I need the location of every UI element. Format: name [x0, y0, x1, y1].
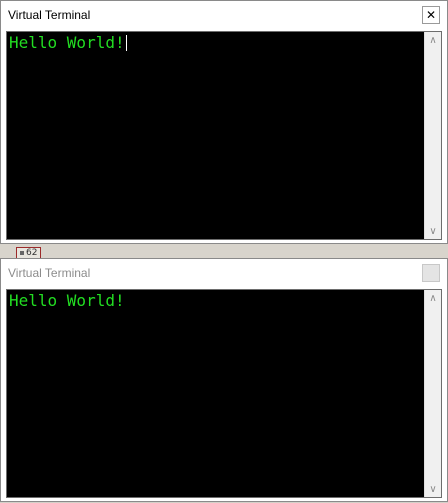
- vertical-scrollbar[interactable]: ∧ ∨: [424, 32, 441, 239]
- terminal-screen[interactable]: Hello World!: [7, 290, 424, 497]
- terminal-screen[interactable]: Hello World!: [7, 32, 424, 239]
- chevron-down-icon: ∨: [429, 483, 437, 495]
- virtual-terminal-window-top[interactable]: Virtual Terminal ✕ Hello World! ∧ ∨: [0, 0, 448, 244]
- scroll-up-button[interactable]: ∧: [425, 32, 441, 48]
- terminal-output: Hello World!: [9, 33, 125, 52]
- window-title: Virtual Terminal: [8, 8, 91, 22]
- scroll-up-button[interactable]: ∧: [425, 290, 441, 306]
- terminal-frame: Hello World! ∧ ∨: [6, 289, 442, 498]
- close-icon: ✕: [425, 8, 437, 22]
- badge-square-icon: [20, 250, 24, 255]
- chevron-down-icon: ∨: [429, 225, 437, 237]
- text-cursor: [126, 35, 127, 51]
- window-title: Virtual Terminal: [8, 266, 91, 280]
- title-bar[interactable]: Virtual Terminal ✕: [1, 259, 447, 288]
- chevron-up-icon: ∧: [429, 292, 437, 304]
- scroll-down-button[interactable]: ∨: [425, 481, 441, 497]
- vertical-scrollbar[interactable]: ∧ ∨: [424, 290, 441, 497]
- scroll-down-button[interactable]: ∨: [425, 223, 441, 239]
- terminal-frame: Hello World! ∧ ∨: [6, 31, 442, 240]
- chevron-up-icon: ∧: [429, 34, 437, 46]
- title-bar[interactable]: Virtual Terminal ✕: [1, 1, 447, 30]
- badge-label: 62: [26, 248, 38, 258]
- terminal-output: Hello World!: [9, 291, 125, 310]
- close-icon: ✕: [425, 266, 437, 280]
- close-button[interactable]: ✕: [422, 6, 440, 24]
- close-button[interactable]: ✕: [422, 264, 440, 282]
- virtual-terminal-window-bottom[interactable]: Virtual Terminal ✕ Hello World! ∧ ∨: [0, 258, 448, 502]
